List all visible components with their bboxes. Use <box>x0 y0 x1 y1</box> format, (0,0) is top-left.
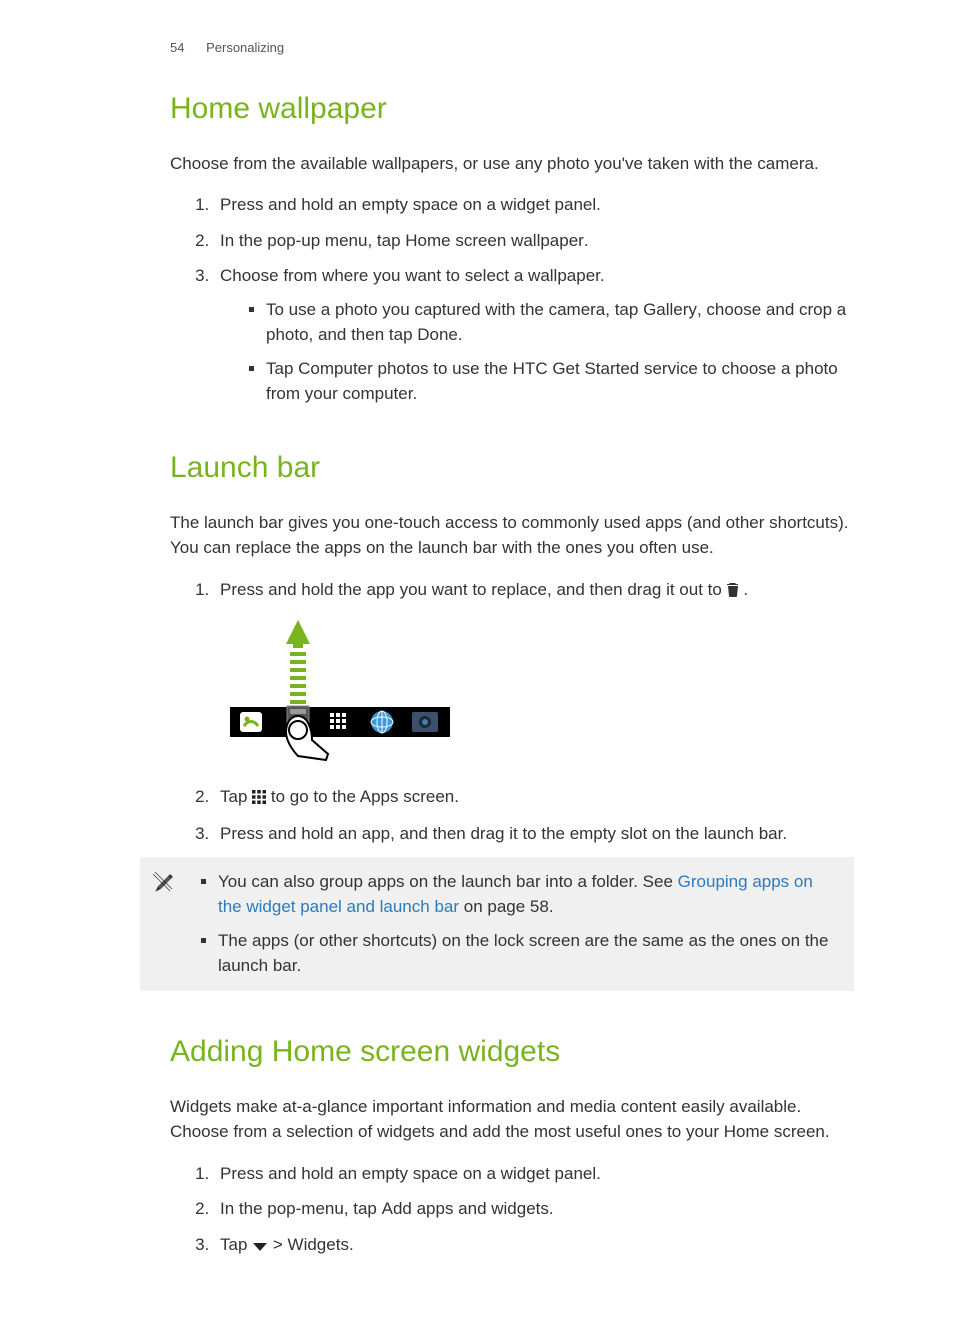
step-item: Press and hold an empty space on a widge… <box>214 192 854 218</box>
document-page: 54 Personalizing Home wallpaper Choose f… <box>0 0 954 1329</box>
step-item: Press and hold the app you want to repla… <box>214 577 854 770</box>
heading-adding-widgets: Adding Home screen widgets <box>170 1029 854 1074</box>
note-list: You can also group apps on the launch ba… <box>186 869 834 979</box>
page-number: 54 <box>170 38 184 58</box>
intro-adding-widgets: Widgets make at-a-glance important infor… <box>170 1094 854 1145</box>
step-item: Press and hold an app, and then drag it … <box>214 821 854 847</box>
steps-launch-bar: Press and hold the app you want to repla… <box>170 577 854 847</box>
steps-adding-widgets: Press and hold an empty space on a widge… <box>170 1161 854 1260</box>
running-header: 54 Personalizing <box>170 38 854 58</box>
heading-launch-bar: Launch bar <box>170 445 854 490</box>
note-item: The apps (or other shortcuts) on the loc… <box>218 928 834 979</box>
section-name: Personalizing <box>206 40 284 55</box>
step-item: In the pop-up menu, tap Home screen wall… <box>214 228 854 254</box>
note-box: You can also group apps on the launch ba… <box>140 857 854 991</box>
substep-item: Tap Computer photos to use the HTC Get S… <box>266 356 854 407</box>
steps-home-wallpaper: Press and hold an empty space on a widge… <box>170 192 854 407</box>
step-item: Tap > Widgets. <box>214 1232 854 1260</box>
step-item: Tap to go to the Apps screen. <box>214 784 854 812</box>
heading-home-wallpaper: Home wallpaper <box>170 86 854 131</box>
substep-item: To use a photo you captured with the cam… <box>266 297 854 348</box>
intro-launch-bar: The launch bar gives you one-touch acces… <box>170 510 854 561</box>
step-item: Choose from where you want to select a w… <box>214 263 854 407</box>
pencil-icon <box>150 871 176 905</box>
launch-bar-illustration <box>230 612 854 770</box>
note-item: You can also group apps on the launch ba… <box>218 869 834 920</box>
step-item: Press and hold an empty space on a widge… <box>214 1161 854 1187</box>
substeps: To use a photo you captured with the cam… <box>226 297 854 407</box>
step-item: In the pop-menu, tap Add apps and widget… <box>214 1196 854 1222</box>
trash-icon <box>727 579 739 605</box>
apps-grid-icon <box>252 786 266 812</box>
dropdown-icon <box>252 1234 268 1260</box>
intro-home-wallpaper: Choose from the available wallpapers, or… <box>170 151 854 177</box>
